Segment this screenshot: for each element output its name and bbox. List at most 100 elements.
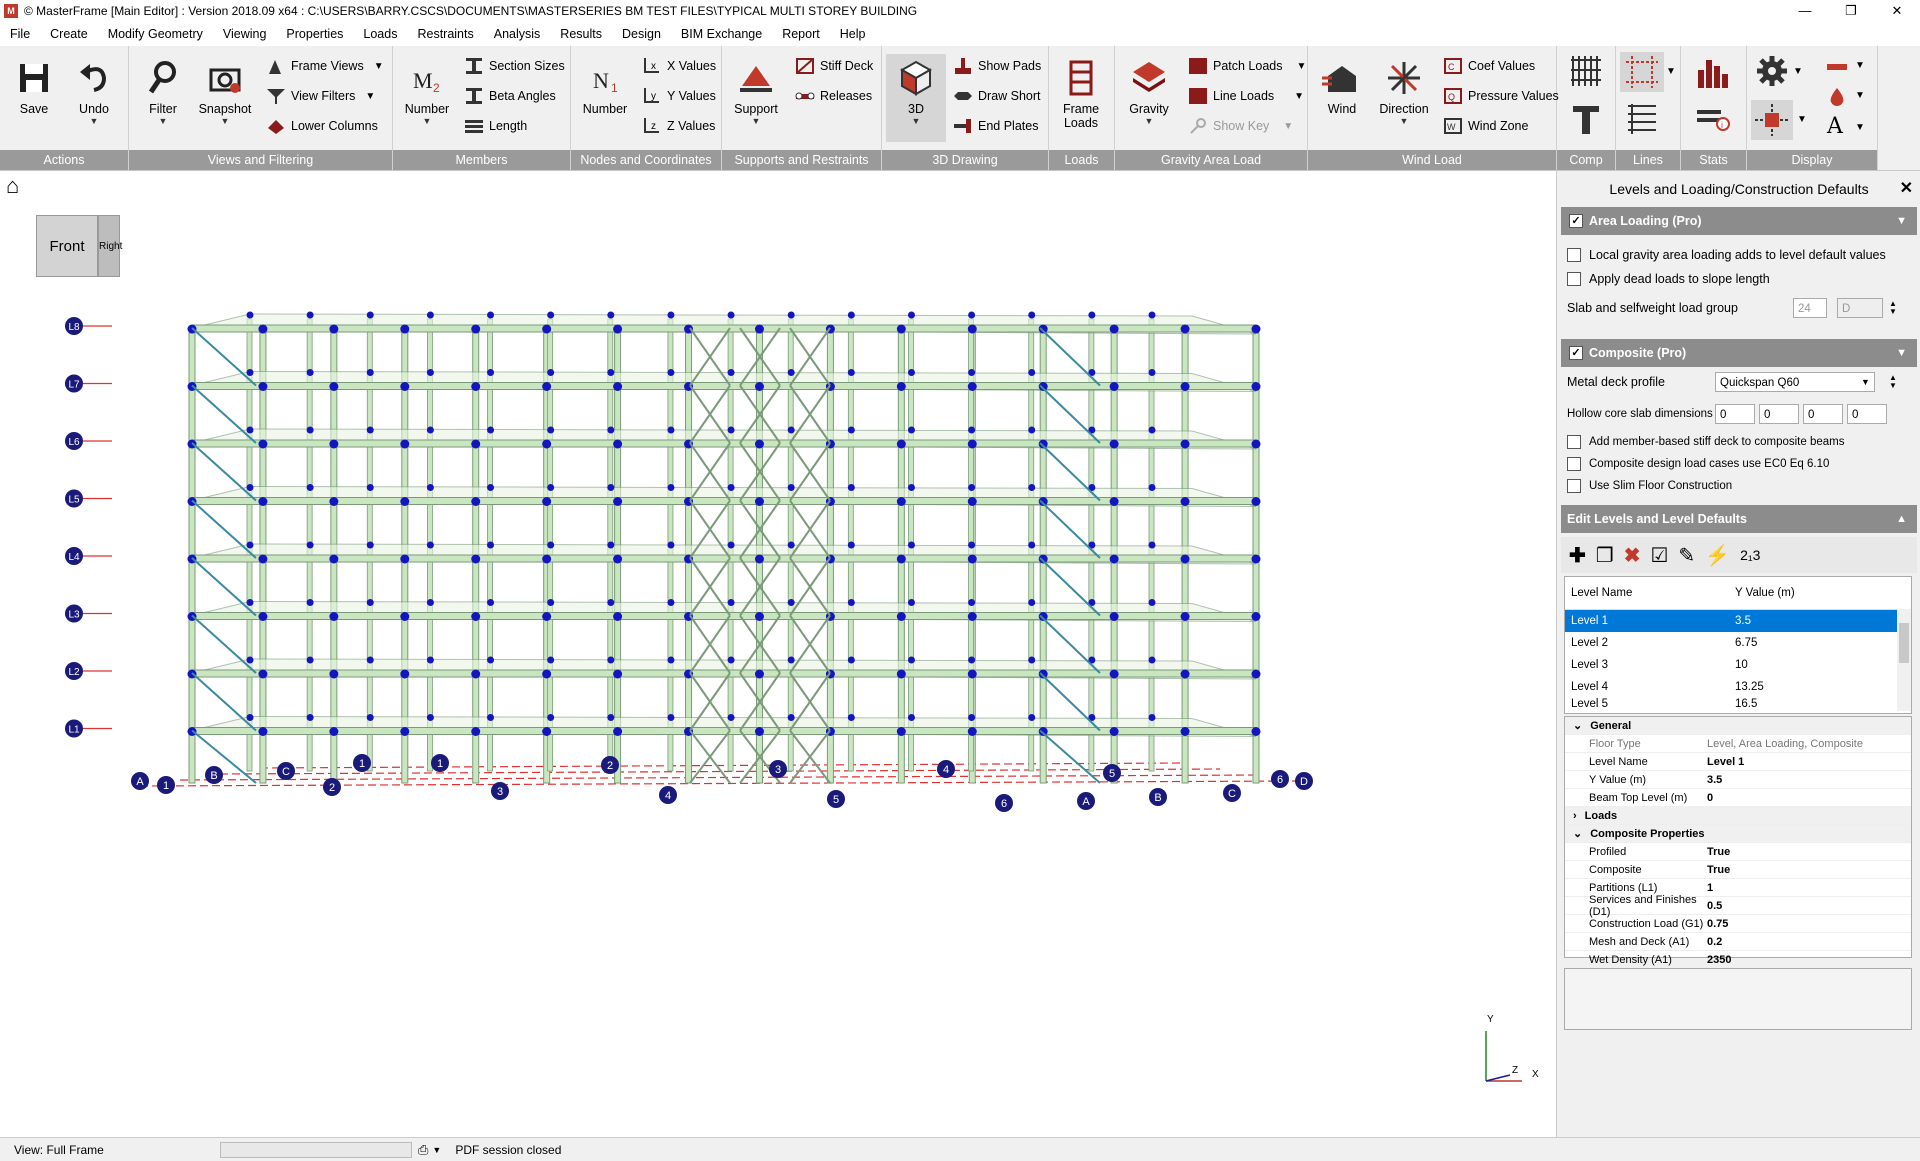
menu-restraints[interactable]: Restraints [407, 27, 483, 41]
checkbox[interactable] [1567, 457, 1581, 471]
prop-row[interactable]: Services and Finishes (D1) 0.5 [1565, 894, 1911, 918]
load-group-letter[interactable]: D [1837, 298, 1883, 318]
minimize-button[interactable]: — [1782, 0, 1828, 22]
local-gravity-option[interactable]: Local gravity area loading adds to level… [1567, 243, 1911, 267]
slim-floor-option[interactable]: Use Slim Floor Construction [1567, 475, 1911, 497]
area-loading-section[interactable]: ✓ Area Loading (Pro) ▼ [1561, 207, 1917, 235]
model-viewport[interactable]: A B C 1 2 1 1 3 2 4 3 5 4 6 A 5 B C 6 D L8 L7 L6 L5 L4 L3 L2 L1 ⌂ F… [0, 171, 1556, 1137]
pressure-values-button[interactable]: Q Pressure Values [1442, 84, 1559, 108]
composite-grid-button[interactable] [1569, 54, 1603, 88]
table-row[interactable]: Level 5 16.5 [1565, 698, 1911, 710]
prop-row[interactable]: Construction Load (G1) 0.75 [1565, 915, 1911, 933]
undo-button[interactable]: Undo ▼ [64, 54, 124, 142]
support-button[interactable]: Support ▼ [726, 54, 786, 142]
nav-cube-right[interactable]: Right [98, 215, 122, 277]
checkbox[interactable] [1567, 435, 1581, 449]
node-display-button[interactable] [1751, 100, 1793, 140]
hollow-dim-4[interactable]: 0 [1847, 404, 1887, 424]
length-button[interactable]: Length [463, 114, 527, 138]
frame-views-button[interactable]: Frame Views ▼ [265, 54, 384, 78]
stats-info-button[interactable]: i [1695, 102, 1731, 136]
prop-row[interactable]: Beam Top Level (m) 0 [1565, 789, 1911, 807]
menu-file[interactable]: File [0, 27, 40, 41]
menu-viewing[interactable]: Viewing [213, 27, 277, 41]
menu-create[interactable]: Create [40, 27, 98, 41]
beta-angles-button[interactable]: Beta Angles [463, 84, 556, 108]
check-icon[interactable]: ☑ [1650, 543, 1668, 568]
table-row[interactable]: Level 2 6.75 [1565, 632, 1911, 654]
hollow-dim-1[interactable]: 0 [1715, 404, 1755, 424]
font-icon[interactable]: A [1827, 116, 1847, 138]
prop-row[interactable]: Wet Density (A1) 2350 [1565, 951, 1911, 969]
view-filters-button[interactable]: View Filters ▼ [265, 84, 375, 108]
deck-profile-select[interactable]: Quickspan Q60 [1715, 372, 1875, 392]
prop-row[interactable]: Mesh and Deck (A1) 0.2 [1565, 933, 1911, 951]
chevron-down-icon[interactable]: ▼ [1861, 377, 1870, 387]
end-plates-button[interactable]: End Plates [952, 114, 1038, 138]
renumber-icon[interactable]: 2₁3 [1740, 547, 1760, 563]
lines-list-button[interactable] [1624, 102, 1660, 136]
lower-columns-button[interactable]: Lower Columns [265, 114, 378, 138]
node-number-button[interactable]: N1 Number [575, 54, 635, 142]
lightning-icon[interactable]: ⚡ [1705, 543, 1730, 568]
snapshot-button[interactable]: Snapshot ▼ [195, 54, 255, 142]
wind-button[interactable]: Wind [1312, 54, 1372, 142]
checkbox[interactable] [1567, 272, 1581, 286]
add-icon[interactable]: ✚ [1569, 543, 1586, 568]
gravity-button[interactable]: Gravity ▼ [1119, 54, 1179, 142]
expand-icon[interactable]: ▲ [1896, 513, 1907, 525]
collapse-icon[interactable]: ▼ [1896, 347, 1907, 359]
releases-button[interactable]: Releases [794, 84, 872, 108]
settings-button[interactable] [1755, 54, 1789, 88]
col-y-value[interactable]: Y Value (m) [1729, 587, 1889, 599]
edit-icon[interactable]: ✎ [1678, 543, 1695, 568]
prop-row[interactable]: Composite True [1565, 861, 1911, 879]
menu-help[interactable]: Help [830, 27, 876, 41]
prop-row[interactable]: Floor Type Level, Area Loading, Composite [1565, 735, 1911, 753]
chevron-down-icon[interactable]: ▼ [1855, 122, 1865, 133]
close-button[interactable]: ✕ [1874, 0, 1920, 22]
hollow-dim-2[interactable]: 0 [1759, 404, 1799, 424]
fill-color-button[interactable] [1827, 86, 1847, 108]
checkbox[interactable] [1567, 479, 1581, 493]
load-group-number[interactable]: 24 [1793, 298, 1827, 318]
prop-row[interactable]: Level Name Level 1 [1565, 753, 1911, 771]
member-color-button[interactable] [1825, 58, 1849, 76]
chevron-down-icon[interactable]: ▼ [1666, 66, 1676, 77]
table-row[interactable]: Level 1 3.5 [1565, 610, 1911, 632]
3d-button[interactable]: 3D ▼ [886, 54, 946, 142]
ec0-option[interactable]: Composite design load cases use EC0 Eq 6… [1567, 453, 1911, 475]
nav-cube-front[interactable]: Front [36, 215, 98, 277]
table-scrollbar[interactable] [1897, 609, 1911, 711]
y-values-button[interactable]: yY Values [641, 84, 716, 108]
chevron-down-icon[interactable]: ▼ [1797, 114, 1807, 125]
chevron-down-icon[interactable]: ▼ [1793, 66, 1803, 77]
composite-section[interactable]: ✓ Composite (Pro) ▼ [1561, 339, 1917, 367]
coef-values-button[interactable]: C Coef Values [1442, 54, 1535, 78]
show-key-button[interactable]: Show Key ▼ [1187, 114, 1293, 138]
menu-results[interactable]: Results [550, 27, 612, 41]
filter-button[interactable]: Filter ▼ [133, 54, 193, 142]
prop-row[interactable]: Profiled True [1565, 843, 1911, 861]
show-pads-button[interactable]: Show Pads [952, 54, 1041, 78]
chevron-down-icon[interactable]: ▼ [432, 1145, 441, 1155]
draw-short-button[interactable]: Draw Short [952, 84, 1041, 108]
menu-loads[interactable]: Loads [353, 27, 407, 41]
composite-beam-button[interactable] [1569, 102, 1603, 136]
gridlines-button[interactable] [1620, 52, 1664, 92]
nav-cube[interactable]: Front Right [36, 215, 122, 277]
close-icon[interactable]: ✕ [1900, 171, 1913, 207]
member-number-button[interactable]: M2 Number ▼ [397, 54, 457, 142]
spinner-icon[interactable]: ▲ ▼ [1889, 374, 1897, 390]
area-loading-checkbox[interactable]: ✓ [1569, 214, 1583, 228]
maximize-button[interactable]: ❐ [1828, 0, 1874, 22]
stiff-deck-button[interactable]: Stiff Deck [794, 54, 873, 78]
table-row[interactable]: Level 3 10 [1565, 654, 1911, 676]
frame-loads-button[interactable]: Frame Loads [1051, 54, 1111, 142]
patch-loads-button[interactable]: Patch Loads ▼ [1187, 54, 1306, 78]
menu-properties[interactable]: Properties [276, 27, 353, 41]
menu-analysis[interactable]: Analysis [484, 27, 551, 41]
composite-checkbox[interactable]: ✓ [1569, 346, 1583, 360]
col-level-name[interactable]: Level Name [1565, 587, 1729, 599]
menu-report[interactable]: Report [772, 27, 830, 41]
